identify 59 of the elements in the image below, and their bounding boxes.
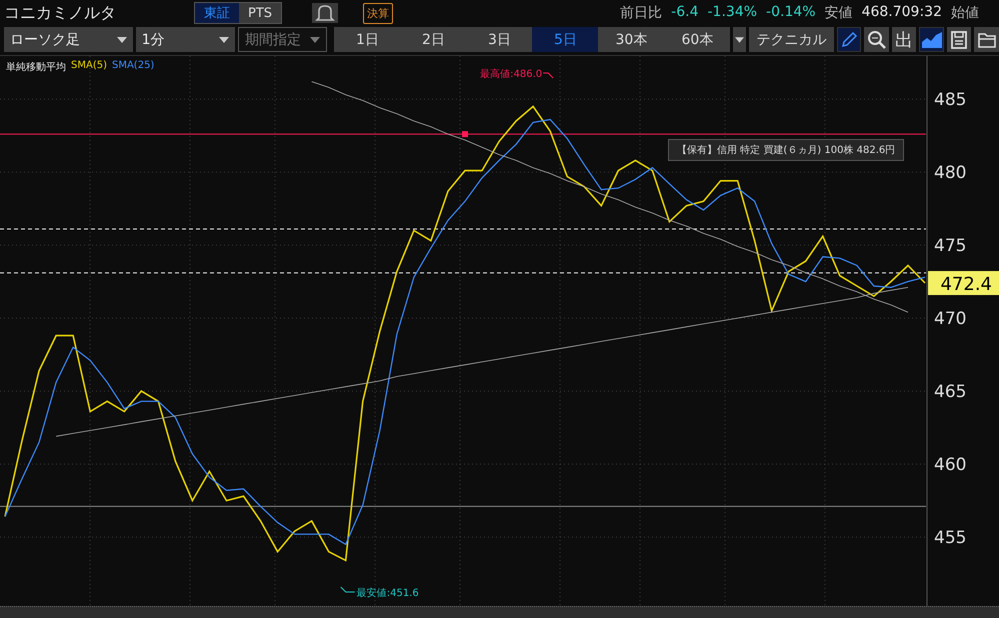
high-price-annotation: 最高値:486.0 bbox=[480, 69, 554, 80]
axis-label: 480 bbox=[934, 163, 966, 184]
period-tab[interactable]: 30本 bbox=[598, 27, 664, 52]
legend-item: SMA(5) bbox=[71, 60, 107, 73]
quote-text: 安値 bbox=[824, 4, 853, 22]
folder-tool-button[interactable] bbox=[974, 27, 999, 52]
dropdown[interactable]: 1分 bbox=[136, 27, 235, 52]
axis-label: 470 bbox=[934, 309, 966, 330]
pencil-tool-button[interactable] bbox=[836, 27, 862, 52]
position-label: 【保有】信用 特定 買建(６ヵ月) 100株 482.6円 bbox=[668, 139, 904, 162]
folder-icon bbox=[978, 32, 996, 48]
save-tool-button[interactable] bbox=[946, 27, 972, 52]
quote-text: -0.14% bbox=[766, 4, 816, 22]
zoom-tool-button[interactable] bbox=[864, 27, 889, 52]
axis-label: 465 bbox=[934, 382, 966, 402]
low-price-annotation: 最安値:451.6 bbox=[340, 586, 419, 599]
price-line[interactable] bbox=[0, 134, 926, 135]
caret-icon bbox=[310, 36, 320, 42]
period-tab[interactable]: 2日 bbox=[400, 27, 466, 52]
period-tab[interactable]: 1日 bbox=[334, 27, 400, 52]
period-tab[interactable]: 5日 bbox=[532, 27, 598, 52]
axis-label: 460 bbox=[934, 455, 966, 476]
trend-line[interactable] bbox=[311, 81, 908, 313]
save-icon bbox=[950, 30, 968, 48]
area-chart-icon bbox=[922, 32, 942, 48]
dashed-price-line[interactable] bbox=[0, 228, 926, 230]
axis-label: 455 bbox=[934, 528, 966, 548]
period-tab[interactable]: 60本 bbox=[664, 27, 730, 52]
dropdown[interactable]: ローソク足 bbox=[4, 27, 133, 52]
market-tab[interactable]: 東証 bbox=[195, 3, 239, 23]
annotation: 最安値:451.6 bbox=[356, 587, 419, 599]
more-dropdown[interactable] bbox=[733, 27, 746, 52]
scroll-bar[interactable] bbox=[0, 606, 999, 618]
quote-text: 始値 bbox=[951, 4, 979, 22]
caret-icon bbox=[116, 36, 127, 42]
tool-button[interactable]: 出 bbox=[892, 27, 916, 52]
annotation: 最高値:486.0 bbox=[480, 68, 542, 80]
axis-label: 475 bbox=[934, 236, 966, 256]
position-marker bbox=[462, 131, 468, 138]
indicator-label: 単純移動平均 bbox=[6, 61, 66, 74]
technical-button[interactable]: テクニカル bbox=[749, 27, 834, 52]
period-tab[interactable]: 3日 bbox=[466, 27, 532, 52]
price-line[interactable] bbox=[0, 506, 926, 507]
current-price-badge: 472.4 bbox=[928, 271, 999, 296]
caret-icon bbox=[218, 36, 229, 42]
legend-item: SMA(25) bbox=[112, 60, 154, 73]
quote-text: 前日比 bbox=[620, 4, 662, 22]
quote-text: -1.34% bbox=[708, 4, 758, 22]
earnings-badge[interactable]: 決算 bbox=[363, 2, 394, 24]
pencil-icon bbox=[840, 30, 858, 48]
stock-name: コニカミノルタ bbox=[4, 2, 117, 24]
area-tool-button[interactable] bbox=[919, 27, 944, 52]
search-icon bbox=[866, 30, 887, 50]
quote-text: 468.709:32 bbox=[862, 4, 942, 22]
axis-label: 485 bbox=[934, 90, 966, 110]
caret-icon bbox=[735, 36, 744, 42]
quote-text: -6.4 bbox=[671, 4, 698, 22]
bell-icon[interactable] bbox=[312, 3, 338, 23]
dashed-price-line[interactable] bbox=[0, 272, 926, 274]
